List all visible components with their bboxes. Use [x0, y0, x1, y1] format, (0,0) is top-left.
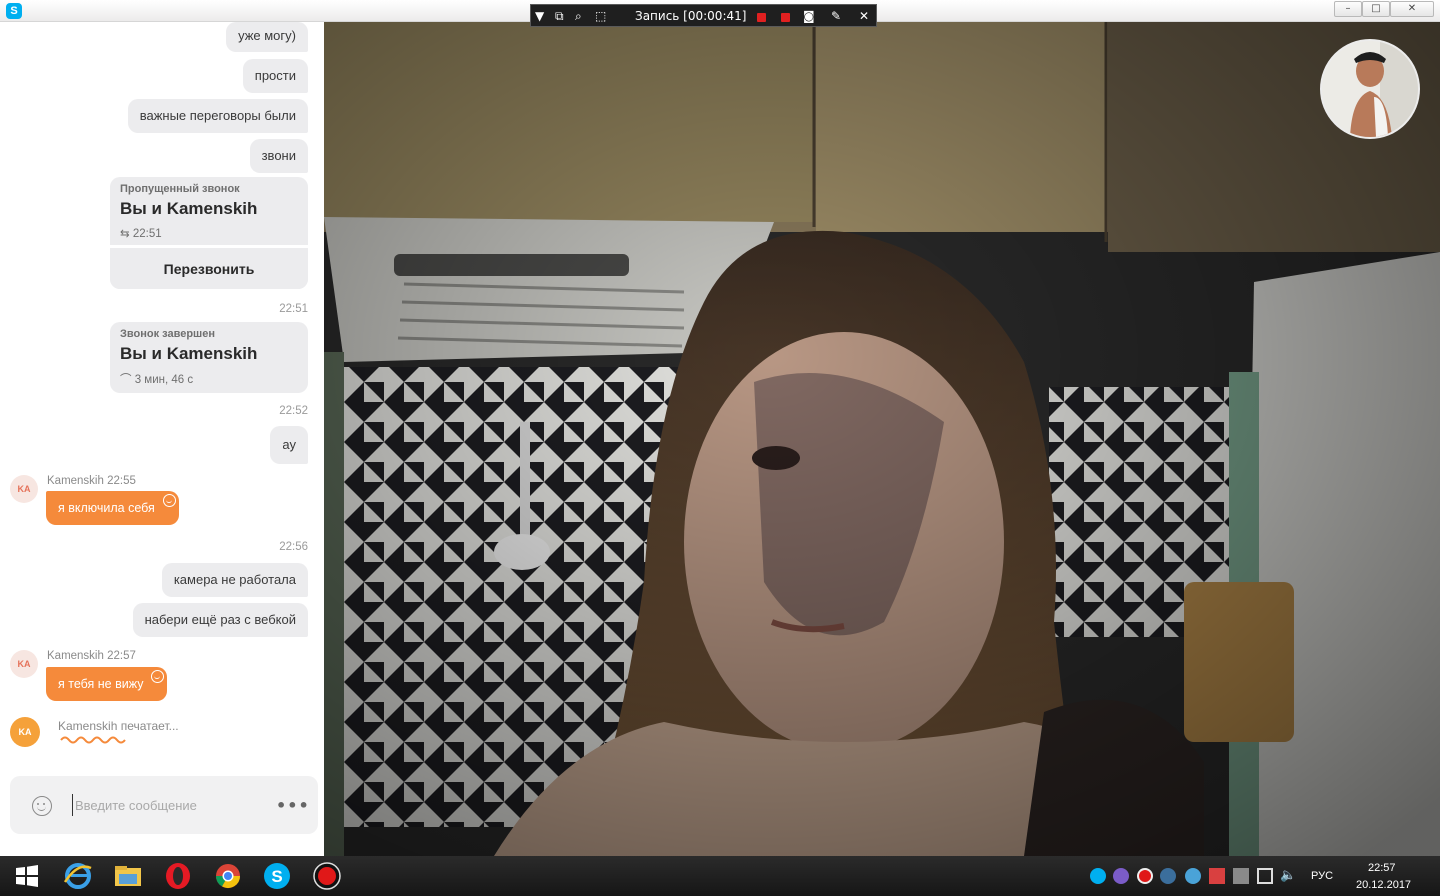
- close-button[interactable]: ✕: [1390, 1, 1434, 17]
- camera-icon[interactable]: ◙: [803, 8, 815, 24]
- message-input[interactable]: [72, 794, 262, 816]
- ended-call-participants: Вы и Kamenskih: [120, 344, 258, 363]
- call-back-icon: ⇆: [120, 228, 133, 240]
- message-outgoing: важные переговоры были: [127, 99, 308, 133]
- self-view-image: [1322, 41, 1418, 137]
- message-incoming: я тебя не вижу: [46, 667, 168, 701]
- stop-icon[interactable]: [781, 13, 790, 22]
- ended-call-duration-row: ⌒ 3 мин, 46 с: [120, 371, 193, 387]
- system-tray-icon[interactable]: [1233, 868, 1249, 884]
- message-outgoing: прости: [242, 59, 308, 93]
- ended-call-duration: 3 мин, 46 с: [134, 374, 194, 386]
- message-outgoing: камера не работала: [161, 563, 308, 597]
- emoji-icon[interactable]: [32, 796, 52, 816]
- window-mode-icon[interactable]: ⧉: [555, 8, 564, 24]
- internet-explorer-icon[interactable]: [61, 860, 95, 892]
- missed-call-card: Пропущенный звонок Вы и Kamenskih ⇆ 22:5…: [110, 177, 308, 289]
- self-view-thumbnail[interactable]: [1320, 39, 1420, 139]
- region-icon[interactable]: ⬚: [595, 8, 606, 24]
- skype-logo-icon: S: [6, 3, 22, 19]
- missed-call-participants: Вы и Kamenskih: [120, 199, 258, 218]
- opera-icon[interactable]: [161, 860, 195, 892]
- minimize-button[interactable]: –: [1334, 1, 1362, 17]
- pen-icon[interactable]: ✎: [831, 8, 841, 24]
- zoom-icon[interactable]: ⌕: [575, 8, 582, 24]
- close-recorder-icon[interactable]: ✕: [859, 8, 869, 24]
- volume-icon[interactable]: 🔈: [1280, 868, 1296, 884]
- message-outgoing: звони: [249, 139, 308, 173]
- add-reaction-icon[interactable]: [151, 670, 165, 683]
- pause-icon[interactable]: [757, 13, 766, 22]
- remote-video[interactable]: [324, 22, 1440, 856]
- dropdown-icon[interactable]: ▼: [535, 8, 544, 24]
- recording-status: Запись [00:00:41]: [635, 9, 747, 23]
- more-options-icon[interactable]: •••: [276, 796, 310, 815]
- avatar[interactable]: KA: [10, 717, 40, 747]
- ended-call-title: Звонок завершен: [120, 328, 215, 340]
- clock-date[interactable]: 20.12.2017: [1356, 879, 1411, 891]
- add-reaction-icon[interactable]: [162, 494, 176, 507]
- windows-start-icon[interactable]: [10, 860, 44, 892]
- screen-recorder-toolbar: ▼ ⧉ ⌕ ⬚ Запись [00:00:41] ◙ ✎ ✕: [530, 4, 877, 27]
- sender-name: Kamenskih 22:55: [47, 475, 136, 487]
- action-center-flag-icon[interactable]: [1209, 868, 1225, 884]
- recorder-tray-icon[interactable]: [1137, 868, 1153, 884]
- file-explorer-icon[interactable]: [111, 860, 145, 892]
- network-icon[interactable]: [1257, 868, 1273, 884]
- svg-text:S: S: [271, 867, 282, 886]
- sender-name: Kamenskih 22:57: [47, 650, 136, 662]
- avatar[interactable]: KA: [10, 475, 38, 503]
- call-ended-icon: ⌒: [120, 374, 135, 386]
- timestamp: 22:56: [279, 541, 308, 553]
- typing-indicator: Kamenskih печатает...: [58, 719, 179, 733]
- timestamp: 22:52: [279, 405, 308, 417]
- steam-tray-icon[interactable]: [1160, 868, 1176, 884]
- ended-call-card: Звонок завершен Вы и Kamenskih ⌒ 3 мин, …: [110, 322, 308, 393]
- maximize-button[interactable]: □: [1362, 1, 1390, 17]
- screen-recorder-taskbar-icon[interactable]: [310, 860, 344, 892]
- message-text: я тебя не вижу: [58, 677, 144, 691]
- call-back-button[interactable]: Перезвонить: [110, 245, 308, 289]
- missed-call-time: 22:51: [132, 228, 162, 240]
- video-frame: [324, 22, 1440, 856]
- skype-taskbar-icon[interactable]: S: [260, 860, 294, 892]
- clock-time[interactable]: 22:57: [1368, 862, 1396, 874]
- chat-panel: уже могу) прости важные переговоры были …: [4, 22, 324, 856]
- message-text: я включила себя: [58, 501, 155, 515]
- missed-call-title: Пропущенный звонок: [120, 183, 240, 195]
- missed-call-time-row: ⇆ 22:51: [120, 226, 162, 240]
- timestamp: 22:51: [279, 303, 308, 315]
- language-indicator[interactable]: РУС: [1311, 870, 1333, 882]
- message-outgoing: ау: [270, 426, 308, 464]
- message-outgoing: набери ещё раз с вебкой: [132, 603, 308, 637]
- message-incoming: я включила себя: [46, 491, 179, 525]
- update-tray-icon[interactable]: [1185, 868, 1201, 884]
- skype-window: S – □ ✕ уже могу) прости важные перегово…: [0, 0, 1440, 856]
- viber-tray-icon[interactable]: [1113, 868, 1129, 884]
- typing-wave-icon: [60, 736, 126, 744]
- avatar[interactable]: KA: [10, 650, 38, 678]
- skype-tray-icon[interactable]: [1090, 868, 1106, 884]
- chrome-icon[interactable]: [211, 860, 245, 892]
- message-outgoing: уже могу): [226, 22, 308, 52]
- message-composer: •••: [10, 776, 318, 834]
